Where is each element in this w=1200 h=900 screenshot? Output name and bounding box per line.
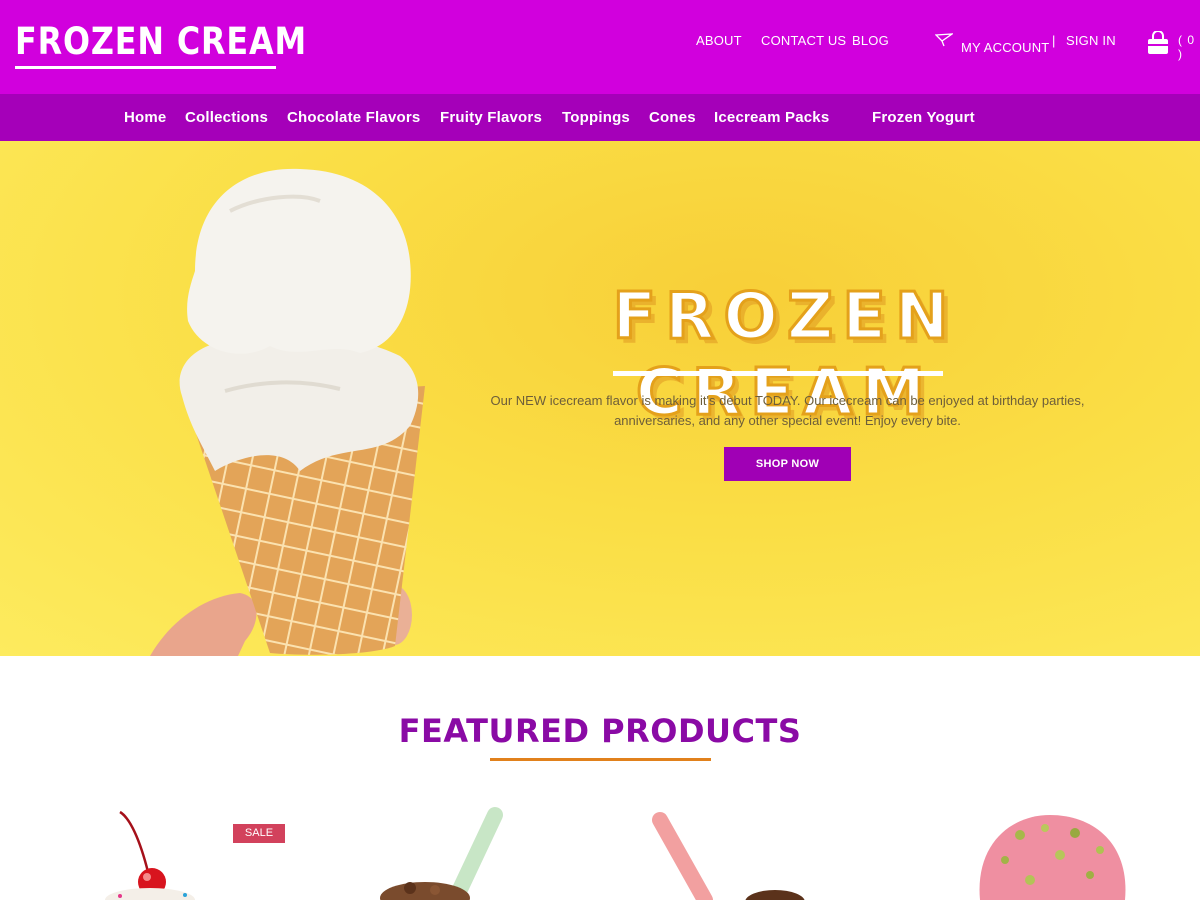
featured-products-heading: FEATURED PRODUCTS	[398, 712, 802, 750]
contact-link[interactable]: CONTACT US	[761, 33, 846, 48]
nav-home[interactable]: Home	[124, 109, 166, 126]
hero-description-line-2: anniversaries, and any other special eve…	[614, 413, 961, 428]
shop-now-button[interactable]: SHOP NOW	[724, 447, 851, 481]
hero-banner: FROZEN CREAM Our NEW icecream flavor is …	[0, 141, 1200, 656]
nav-frozen-yogurt[interactable]: Frozen Yogurt	[872, 109, 975, 126]
link-separator: |	[1052, 33, 1056, 48]
product-pistachio-scoop-image[interactable]	[950, 800, 1170, 900]
nav-collections[interactable]: Collections	[185, 109, 268, 126]
my-account-link[interactable]: MY ACCOUNT	[961, 40, 1049, 55]
hero-divider	[613, 371, 943, 376]
main-nav: Home Collections Chocolate Flavors Fruit…	[0, 94, 1200, 141]
hero-description: Our NEW icecream flavor is making it's d…	[455, 391, 1120, 431]
product-strawberry-cup-image[interactable]	[625, 800, 845, 900]
nav-cones[interactable]: Cones	[649, 109, 696, 126]
paper-plane-icon	[935, 33, 953, 47]
nav-chocolate-flavors[interactable]: Chocolate Flavors	[287, 109, 420, 126]
logo-underline	[15, 66, 276, 69]
product-sundae-image[interactable]	[90, 800, 310, 900]
featured-heading-underline	[490, 758, 711, 761]
cart-count[interactable]: ( 0 )	[1178, 33, 1200, 61]
nav-icecream-packs[interactable]: Icecream Packs	[714, 109, 829, 126]
about-link[interactable]: ABOUT	[696, 33, 742, 48]
nav-fruity-flavors[interactable]: Fruity Flavors	[440, 109, 542, 126]
hero-description-line-1: Our NEW icecream flavor is making it's d…	[490, 393, 1085, 408]
nav-toppings[interactable]: Toppings	[562, 109, 630, 126]
shopping-bag-icon[interactable]	[1147, 31, 1169, 55]
sign-in-link[interactable]: SIGN IN	[1066, 33, 1116, 48]
top-header: FROZEN CREAM ABOUT CONTACT US BLOG MY AC…	[0, 0, 1200, 94]
blog-link[interactable]: BLOG	[852, 33, 889, 48]
site-logo[interactable]: FROZEN CREAM	[15, 22, 307, 62]
product-chocolate-cup-image[interactable]	[355, 800, 575, 900]
